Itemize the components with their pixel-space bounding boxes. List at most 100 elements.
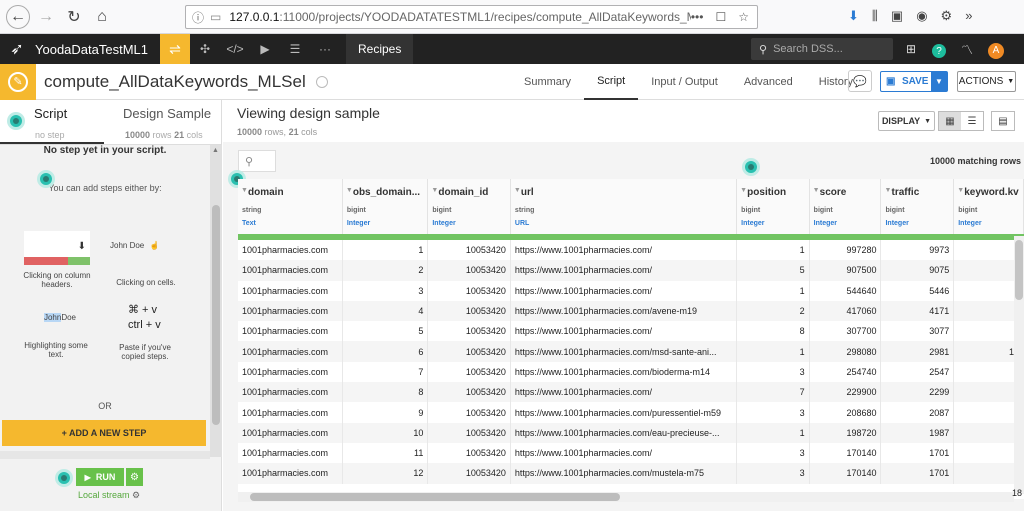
home-icon[interactable]: ⌂: [90, 5, 114, 29]
table-cell[interactable]: 10053420: [427, 341, 511, 362]
chevron-down-icon[interactable]: ▼: [241, 187, 248, 194]
chevron-down-icon[interactable]: ▼: [431, 187, 438, 194]
table-row[interactable]: 1001pharmacies.com 8 10053420 https://www.1…: [238, 382, 1024, 403]
column-meaning[interactable]: Integer: [428, 214, 510, 227]
table-cell[interactable]: 10053420: [427, 240, 511, 261]
table-cell[interactable]: 170140: [809, 463, 882, 484]
table-cell[interactable]: 10053420: [427, 463, 511, 484]
table-cell[interactable]: 1001pharmacies.com: [238, 361, 343, 383]
table-row[interactable]: 1001pharmacies.com 2 10053420 https://www.1…: [238, 260, 1024, 281]
table-cell[interactable]: 1701: [880, 442, 955, 464]
table-cell[interactable]: 298080: [809, 341, 882, 362]
column-meaning[interactable]: Integer: [881, 214, 953, 227]
back-arrow-icon[interactable]: ←: [6, 4, 30, 29]
table-cell[interactable]: 3: [736, 463, 810, 484]
chevron-down-icon[interactable]: ▼: [514, 187, 521, 194]
discussions-icon[interactable]: 💬: [848, 70, 872, 92]
table-cell[interactable]: 907500: [809, 260, 882, 281]
table-cell[interactable]: 7: [736, 382, 810, 403]
table-cell[interactable]: 1001pharmacies.com: [238, 382, 343, 403]
add-new-step-button[interactable]: + ADD A NEW STEP: [2, 420, 206, 446]
activity-icon[interactable]: 〽: [958, 38, 976, 60]
chevron-down-icon[interactable]: ▼: [931, 72, 947, 91]
table-cell[interactable]: 4171: [880, 300, 955, 322]
column-header[interactable]: ▼ domain_id bigint Integer: [427, 179, 511, 234]
table-cell[interactable]: 10: [342, 422, 429, 443]
table-cell[interactable]: https://www.1001pharmacies.com/: [510, 240, 738, 261]
table-row[interactable]: 1001pharmacies.com 4 10053420 https://www.1…: [238, 300, 1024, 322]
table-cell[interactable]: https://www.1001pharmacies.com/: [510, 382, 738, 403]
column-meaning[interactable]: Integer: [737, 214, 809, 227]
table-cell[interactable]: 170140: [809, 442, 882, 464]
extension-icon[interactable]: ⚙: [941, 8, 953, 24]
table-cell[interactable]: 1001pharmacies.com: [238, 422, 343, 443]
left-vertical-scrollbar[interactable]: ▲: [210, 145, 222, 457]
table-cell[interactable]: 5: [736, 260, 810, 281]
bookmark-star-icon[interactable]: ☆: [738, 10, 749, 24]
table-cell[interactable]: 1: [736, 422, 810, 443]
table-cell[interactable]: 1: [736, 341, 810, 362]
table-cell[interactable]: 1701: [880, 463, 955, 484]
url-bar[interactable]: ⓘ ▭ 127.0.0.1 :11000/projects/YOODADATAT…: [185, 5, 758, 29]
table-view-icon[interactable]: ▦: [939, 112, 961, 130]
table-cell[interactable]: https://www.1001pharmacies.com/mustela-m…: [510, 463, 738, 484]
table-cell[interactable]: 9075: [880, 260, 955, 281]
table-cell[interactable]: https://www.1001pharmacies.com/bioderma-…: [510, 361, 738, 383]
table-cell[interactable]: 8: [342, 382, 429, 403]
table-cell[interactable]: 1: [342, 240, 429, 261]
dashboard-icon[interactable]: ☰: [280, 34, 310, 64]
table-cell[interactable]: 1001pharmacies.com: [238, 240, 343, 261]
table-cell[interactable]: 3: [736, 442, 810, 464]
table-cell[interactable]: 10053420: [427, 280, 511, 301]
table-cell[interactable]: 10053420: [427, 300, 511, 322]
scrollbar-thumb[interactable]: [1015, 240, 1023, 300]
table-cell[interactable]: 1: [736, 240, 810, 261]
recipes-link[interactable]: Recipes: [346, 34, 414, 64]
reload-icon[interactable]: ↻: [62, 5, 86, 29]
table-cell[interactable]: 5: [342, 321, 429, 342]
table-cell[interactable]: 6: [342, 341, 429, 362]
tab-input-output[interactable]: Input / Output: [638, 64, 731, 100]
table-cell[interactable]: 1: [736, 280, 810, 301]
column-meaning[interactable]: URL: [511, 214, 736, 227]
table-cell[interactable]: 1001pharmacies.com: [238, 463, 343, 484]
table-cell[interactable]: 198720: [809, 422, 882, 443]
chevron-down-icon[interactable]: ▼: [884, 187, 891, 194]
lab-icon[interactable]: ✣: [190, 34, 220, 64]
grid-horizontal-scrollbar[interactable]: [238, 492, 1014, 502]
table-cell[interactable]: 1001pharmacies.com: [238, 442, 343, 464]
column-meaning[interactable]: Text: [238, 214, 342, 227]
save-button[interactable]: ▣ SAVE ▼: [880, 71, 948, 92]
table-row[interactable]: 1001pharmacies.com 7 10053420 https://www.1…: [238, 361, 1024, 383]
flow-icon[interactable]: ⇌: [160, 34, 190, 64]
table-cell[interactable]: https://www.1001pharmacies.com/puressent…: [510, 402, 738, 423]
table-cell[interactable]: https://www.1001pharmacies.com/avene-m19: [510, 300, 738, 322]
chevron-down-icon[interactable]: ▼: [740, 187, 747, 194]
filter-search-input[interactable]: ⚲: [238, 150, 276, 172]
table-cell[interactable]: 9973: [880, 240, 955, 261]
column-header[interactable]: ▼ url string URL: [510, 179, 738, 234]
table-cell[interactable]: https://www.1001pharmacies.com/: [510, 280, 738, 301]
column-header[interactable]: ▼ score bigint Integer: [809, 179, 882, 234]
table-cell[interactable]: 1001pharmacies.com: [238, 321, 343, 342]
table-row[interactable]: 1001pharmacies.com 3 10053420 https://www.1…: [238, 280, 1024, 301]
table-cell[interactable]: 1001pharmacies.com: [238, 280, 343, 301]
column-meaning[interactable]: Integer: [954, 214, 1023, 227]
run-settings-gear-icon[interactable]: ⚙: [126, 468, 143, 486]
run-button[interactable]: ▶ RUN: [76, 468, 124, 486]
tab-summary[interactable]: Summary: [511, 64, 584, 100]
table-cell[interactable]: 544640: [809, 280, 882, 301]
table-row[interactable]: 1001pharmacies.com 12 10053420 https://www.…: [238, 463, 1024, 484]
more-dots-icon[interactable]: ···: [310, 34, 340, 64]
table-cell[interactable]: 3077: [880, 321, 955, 342]
column-header[interactable]: ▼ obs_domain... bigint Integer: [342, 179, 429, 234]
table-cell[interactable]: 10053420: [427, 361, 511, 383]
scrollbar-thumb[interactable]: [212, 205, 220, 425]
table-cell[interactable]: 10053420: [427, 260, 511, 281]
table-row[interactable]: 1001pharmacies.com 9 10053420 https://www.1…: [238, 402, 1024, 423]
tab-script-steps[interactable]: Script: [34, 106, 67, 121]
table-cell[interactable]: 417060: [809, 300, 882, 322]
table-cell[interactable]: 307700: [809, 321, 882, 342]
table-cell[interactable]: 229900: [809, 382, 882, 403]
column-header[interactable]: ▼ position bigint Integer: [736, 179, 810, 234]
